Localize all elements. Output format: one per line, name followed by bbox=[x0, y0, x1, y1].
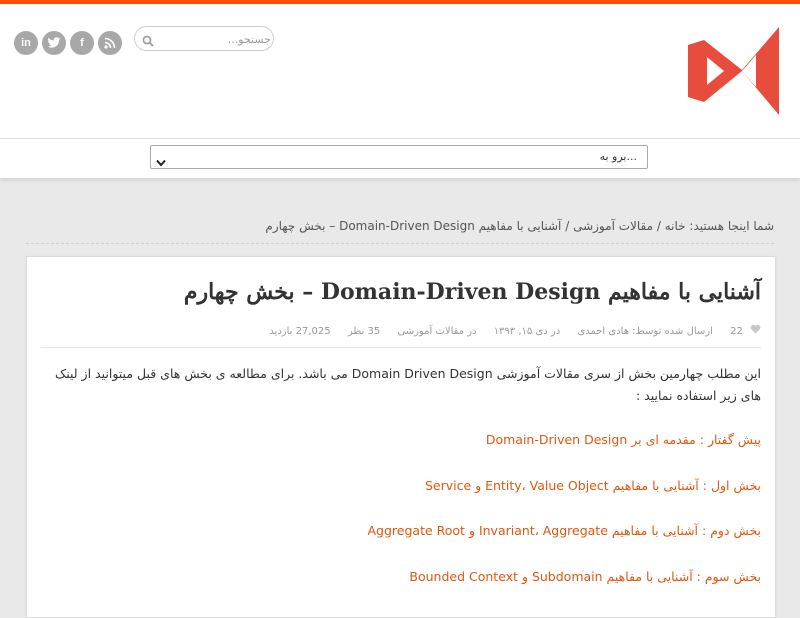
twitter-icon[interactable] bbox=[42, 31, 66, 55]
post-title[interactable]: آشنایی با مفاهیم Domain-Driven Design – … bbox=[184, 279, 761, 305]
breadcrumb-separator: / bbox=[565, 219, 570, 233]
breadcrumb-current: آشنایی با مفاهیم Domain-Driven Design – … bbox=[265, 219, 562, 233]
site-header: in f bbox=[0, 4, 800, 139]
series-link-part3[interactable]: بخش سوم : آشنایی با مفاهیم Subdomain و B… bbox=[409, 566, 761, 588]
series-link-preface[interactable]: پیش گفتار : مقدمه ای بر Domain-Driven De… bbox=[486, 429, 761, 451]
series-link-part1[interactable]: بخش اول : آشنایی با مفاهیم Entity، Value… bbox=[425, 475, 761, 497]
post-author: ارسال شده توسط: هادی احمدی bbox=[577, 326, 713, 337]
post-date: در دی ۱۵, ۱۳۹۳ bbox=[493, 326, 561, 337]
view-count: 27,025 بازدید bbox=[269, 326, 331, 337]
heart-icon[interactable] bbox=[750, 324, 761, 334]
social-links: in f bbox=[14, 31, 122, 55]
facebook-icon[interactable]: f bbox=[70, 31, 94, 55]
nav-select-value: برو به... bbox=[599, 150, 637, 163]
like-count[interactable]: 22 bbox=[730, 326, 743, 337]
search-icon[interactable] bbox=[142, 32, 154, 51]
site-logo[interactable] bbox=[686, 25, 780, 121]
breadcrumb: شما اینجا هستید: خانه / مقالات آموزشی / … bbox=[265, 219, 774, 233]
comment-count[interactable]: 35 نظر bbox=[348, 326, 380, 337]
search-input[interactable] bbox=[159, 28, 273, 51]
nav-bar: برو به... bbox=[0, 139, 800, 179]
nav-select[interactable]: برو به... bbox=[150, 145, 648, 169]
chevron-down-icon bbox=[156, 152, 166, 171]
rss-icon[interactable] bbox=[98, 31, 122, 55]
post-category[interactable]: در مقالات آموزشی bbox=[397, 326, 476, 337]
breadcrumb-separator: / bbox=[656, 219, 661, 233]
search-box bbox=[134, 26, 274, 51]
series-link-part2[interactable]: بخش دوم : آشنایی با مفاهیم Invariant، Ag… bbox=[368, 520, 762, 542]
breadcrumb-home-link[interactable]: خانه bbox=[665, 219, 686, 233]
post-card: آشنایی با مفاهیم Domain-Driven Design – … bbox=[26, 256, 776, 618]
post-intro: این مطلب چهارمین بخش از سری مقالات آموزش… bbox=[55, 366, 761, 403]
breadcrumb-divider bbox=[26, 243, 774, 244]
post-body: این مطلب چهارمین بخش از سری مقالات آموزش… bbox=[41, 363, 761, 584]
post-meta: 22 ارسال شده توسط: هادی احمدی در دی ۱۵, … bbox=[255, 324, 761, 337]
breadcrumb-category-link[interactable]: مقالات آموزشی bbox=[573, 219, 653, 233]
breadcrumb-prefix: شما اینجا هستید: bbox=[689, 219, 774, 233]
linkedin-icon[interactable]: in bbox=[14, 31, 38, 55]
meta-divider bbox=[41, 347, 761, 348]
